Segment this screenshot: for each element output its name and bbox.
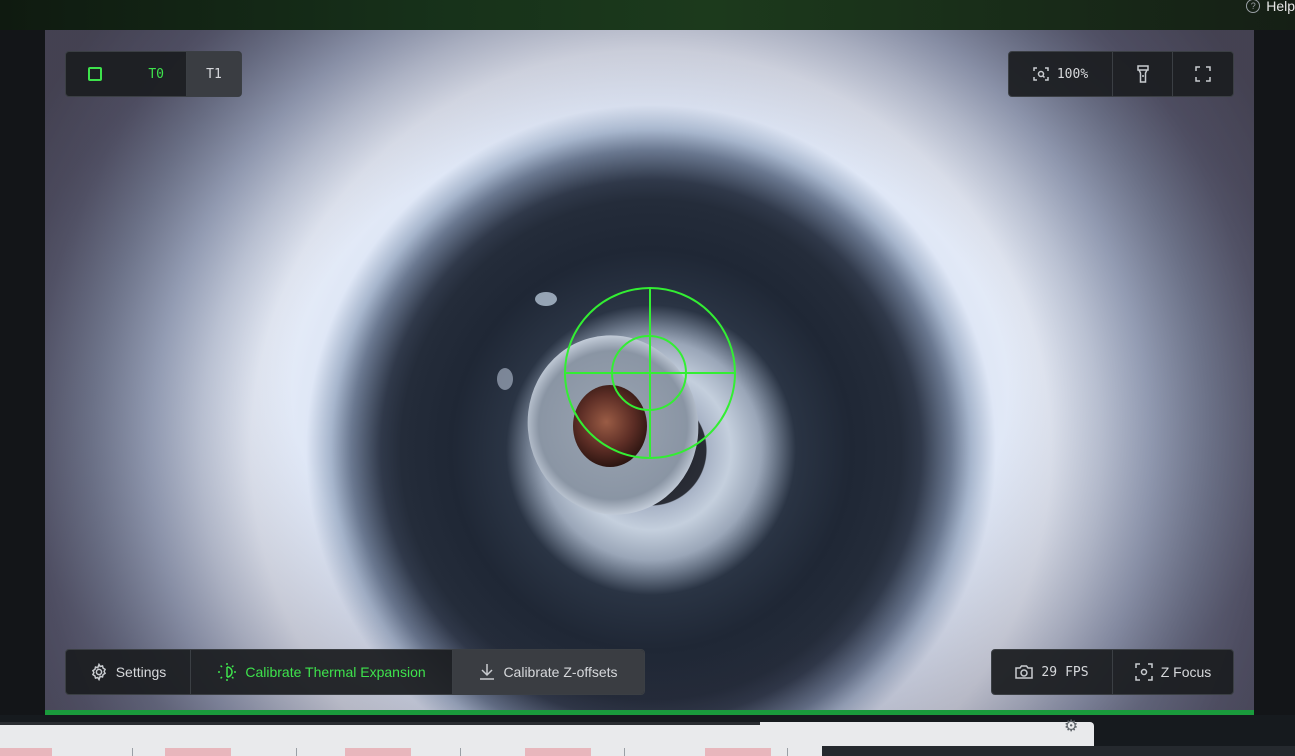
tool-t1-button[interactable]: T1 — [186, 52, 241, 96]
lower-panel-edge — [0, 722, 760, 725]
z-focus-label: Z Focus — [1160, 664, 1212, 680]
crosshair-overlay — [564, 287, 736, 459]
thermal-expansion-icon — [218, 663, 237, 681]
gear-icon — [91, 663, 106, 681]
timeline-tick — [787, 748, 788, 756]
camera-viewport[interactable] — [45, 30, 1254, 710]
lower-right-panel — [822, 746, 1295, 756]
timeline-segment — [525, 748, 591, 756]
camera-icon — [1015, 665, 1034, 679]
zoom-button[interactable]: 100% — [1009, 52, 1112, 96]
help-icon: ? — [1246, 0, 1261, 13]
tool-selector: T0 T1 — [65, 51, 242, 97]
focus-icon — [1134, 663, 1153, 681]
fullscreen-icon — [1195, 66, 1211, 82]
capture-toolbar: 29 FPS Z Focus — [991, 649, 1234, 695]
settings-button[interactable]: Settings — [66, 650, 190, 694]
timeline-tick — [460, 748, 461, 756]
top-header: ? Help — [0, 0, 1295, 31]
timeline-segment — [345, 748, 411, 756]
zoom-icon — [1033, 67, 1049, 81]
timeline-segment — [705, 748, 771, 756]
calibrate-thermal-button[interactable]: Calibrate Thermal Expansion — [190, 650, 452, 694]
fullscreen-button[interactable] — [1172, 52, 1233, 96]
view-toolbar: 100% — [1008, 51, 1234, 97]
z-focus-button[interactable]: Z Focus — [1112, 650, 1233, 694]
calibrate-z-offsets-button[interactable]: Calibrate Z-offsets — [452, 650, 644, 694]
calibrate-thermal-label: Calibrate Thermal Expansion — [245, 664, 426, 680]
tool-t0-button[interactable]: T0 — [66, 52, 186, 96]
timeline-tick — [132, 748, 133, 756]
timeline-tick — [296, 748, 297, 756]
fps-value: 29 — [1041, 664, 1058, 680]
help-link[interactable]: ? Help — [1246, 0, 1295, 14]
calibrate-z-offsets-label: Calibrate Z-offsets — [503, 664, 618, 680]
timeline-segment — [165, 748, 231, 756]
snapshot-button[interactable]: 29 FPS — [992, 650, 1112, 694]
right-margin — [1254, 30, 1295, 720]
light-button[interactable] — [1112, 52, 1172, 96]
left-margin — [0, 30, 45, 720]
tool-t0-label: T0 — [148, 66, 164, 82]
help-label: Help — [1266, 0, 1295, 14]
timeline-segment — [0, 748, 52, 756]
flashlight-icon — [1136, 65, 1149, 83]
settings-label: Settings — [115, 664, 167, 680]
gear-icon[interactable]: ⚙ — [1064, 716, 1078, 736]
calibration-toolbar: Settings Calibrate Thermal Expansion Cal… — [65, 649, 645, 695]
timeline-tick — [624, 748, 625, 756]
download-icon — [480, 664, 495, 680]
zoom-level: 100% — [1056, 66, 1089, 82]
fps-unit: FPS — [1065, 664, 1089, 680]
square-icon — [88, 67, 102, 81]
tool-t1-label: T1 — [206, 66, 222, 82]
